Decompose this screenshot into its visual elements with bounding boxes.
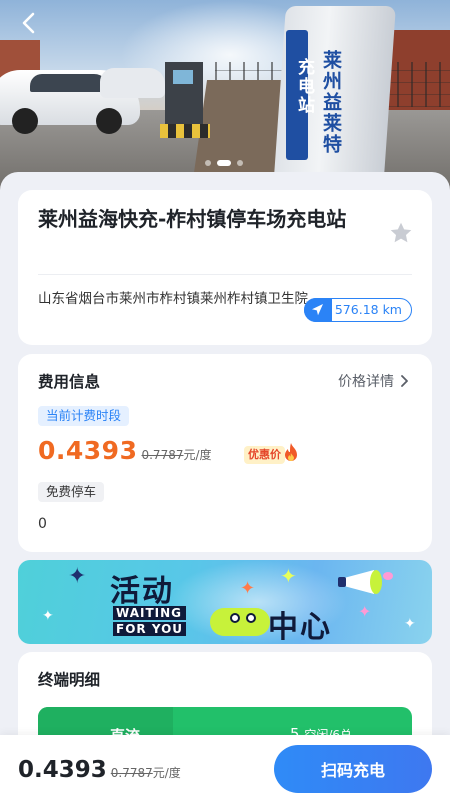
sparkle-icon: ✦ [240, 578, 256, 599]
bottom-price-unit: 元/度 [152, 766, 181, 780]
car-wheel [96, 108, 122, 134]
navigation-arrow-icon [311, 303, 323, 315]
price-row: 0.4393 0.7787 元/度 [38, 436, 212, 465]
price-detail-label: 价格详情 [338, 374, 394, 390]
bottom-action-bar: 0.4393 0.7787 元/度 扫码充电 [0, 735, 450, 800]
station-sign-text: 莱州益莱特 [320, 50, 342, 155]
megaphone-icon [338, 570, 393, 594]
current-price: 0.4393 [38, 436, 138, 465]
banner-title-part2: 中心 [268, 610, 332, 644]
station-info-card: 莱州益海快充-柞村镇停车场充电站 山东省烟台市莱州市柞村镇莱州柞村镇卫生院 57… [18, 190, 432, 345]
banner-tagline: WAITING FOR YOU [113, 606, 187, 638]
mascot-eye [246, 613, 256, 623]
station-sign-text: 充电站 [294, 58, 314, 115]
original-price: 0.7787 [141, 448, 184, 462]
station-address: 山东省烟台市莱州市柞村镇莱州柞村镇卫生院 [38, 291, 308, 307]
carousel-indicator [205, 160, 243, 166]
car-wheel [12, 108, 38, 134]
fee-info-card: 费用信息 价格详情 当前计费时段 0.4393 0.7787 元/度 优惠价 免… [18, 354, 432, 552]
distance-text: 576.18 km [334, 302, 402, 317]
station-photo[interactable]: 莱州益莱特 充电站 [0, 0, 450, 200]
charging-pile-base [160, 124, 210, 138]
car-window [30, 74, 110, 92]
fire-icon [285, 443, 297, 461]
chevron-right-icon [401, 375, 408, 387]
parking-fee-value: 0 [38, 516, 47, 532]
carousel-dot [237, 160, 243, 166]
price-unit: 元/度 [183, 448, 212, 462]
carousel-dot [205, 160, 211, 166]
divider [38, 274, 412, 275]
price-detail-link[interactable]: 价格详情 [338, 371, 412, 391]
navigate-badge [303, 297, 332, 322]
back-button[interactable] [14, 8, 44, 38]
bottom-price: 0.4393 0.7787 元/度 [18, 757, 181, 783]
bottom-original-price: 0.7787 [110, 766, 153, 780]
back-arrow-icon [22, 12, 35, 34]
station-name: 莱州益海快充-柞村镇停车场充电站 [38, 207, 347, 231]
banner-title-part1: 活动 [110, 574, 174, 609]
scan-to-charge-button[interactable]: 扫码充电 [274, 745, 432, 793]
sparkle-icon: ✦ [280, 564, 297, 588]
current-period-tag: 当前计费时段 [38, 406, 130, 426]
promo-badge: 优惠价 [244, 446, 285, 464]
bottom-current-price: 0.4393 [18, 757, 107, 783]
carousel-dot-active [217, 160, 231, 166]
sparkle-icon: ✦ [42, 608, 54, 624]
star-icon [390, 222, 412, 243]
charging-pile-screen [173, 70, 193, 84]
activity-center-banner[interactable]: ✦ ✦ ✦ ✦ ✦ ✦ 活动 WAITING FOR YOU 中心 [18, 560, 432, 644]
parking-tag: 免费停车 [38, 482, 105, 502]
terminal-section-title: 终端明细 [38, 671, 101, 689]
mascot-blob [210, 608, 270, 636]
banner-tagline-line: WAITING [113, 606, 187, 620]
mascot-eye [230, 613, 240, 623]
sparkle-icon: ✦ [68, 564, 87, 589]
sparkle-icon: ✦ [358, 602, 372, 621]
parked-car [100, 68, 165, 98]
navigate-button[interactable]: 576.18 km [303, 297, 412, 322]
banner-tagline-line: FOR YOU [113, 622, 187, 636]
fee-section-title: 费用信息 [38, 373, 101, 391]
favorite-button[interactable] [388, 220, 414, 246]
sparkle-icon: ✦ [404, 616, 416, 632]
